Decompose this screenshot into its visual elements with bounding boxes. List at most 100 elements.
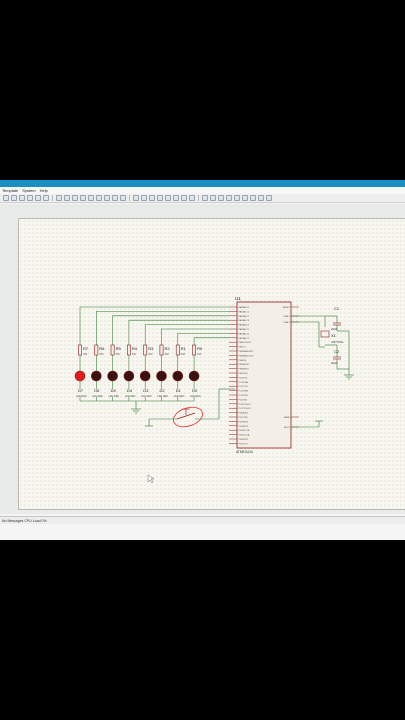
mcu-pin-label: PB6/MISO	[239, 369, 250, 371]
toolbar-button[interactable]	[258, 195, 264, 201]
led-ref: D1	[176, 388, 182, 393]
resistor[interactable]	[78, 344, 82, 356]
toolbar-button[interactable]	[149, 195, 155, 201]
resistor-ref: R5	[116, 346, 122, 351]
mcu-pin-label: PC1/SDA	[239, 381, 249, 384]
toolbar-separator	[52, 195, 53, 201]
toolbar-button[interactable]	[165, 195, 171, 201]
resistor-value: 330	[148, 353, 153, 356]
wire	[193, 337, 229, 345]
schematic-canvas[interactable]: R7 330 R6 330 R5 330 R4 330 R3 330 R2 330 R1 330 R0 330…	[19, 219, 405, 511]
toolbar-button[interactable]	[27, 195, 33, 201]
toolbar-button[interactable]	[72, 195, 78, 201]
led-d0[interactable]	[188, 370, 200, 382]
mcu-pin-label: PB5/MOSI	[239, 364, 250, 366]
mcu-pin-label: PA7/ADC7	[239, 337, 250, 340]
toolbar-button[interactable]	[141, 195, 147, 201]
toolbar-button[interactable]	[104, 195, 110, 201]
toolbar-button[interactable]	[226, 195, 232, 201]
toolbar-button[interactable]	[56, 195, 62, 201]
bottom-strip	[0, 524, 405, 540]
mcu-pin-label: PC4/TDO	[239, 395, 249, 397]
cap-c2-value: 22pF	[331, 361, 338, 365]
toolbar-button[interactable]	[35, 195, 41, 201]
menu-help[interactable]: Help	[40, 188, 48, 193]
mcu-chip[interactable]: U1 PA0/ADC0PA1/ADC1 PA2/ADC2PA3/ADC3 PA4/A…	[229, 296, 299, 454]
resistor[interactable]	[143, 344, 148, 356]
toolbar	[0, 194, 405, 203]
toolbar-button[interactable]	[218, 195, 224, 201]
toolbar-button[interactable]	[19, 195, 25, 201]
toolbar-button[interactable]	[88, 195, 94, 201]
toolbar-button[interactable]	[64, 195, 70, 201]
toolbar-button[interactable]	[112, 195, 118, 201]
status-bar: No Messages CPU Load 0%	[0, 516, 405, 524]
toolbar-button[interactable]	[43, 195, 49, 201]
toolbar-button[interactable]	[96, 195, 102, 201]
mcu-pin-label: AVCC	[284, 426, 290, 429]
mcu-pin-label: PB4/SS	[239, 360, 247, 362]
resistor-value: 330	[116, 353, 121, 356]
toolbar-button[interactable]	[157, 195, 163, 201]
led-d2[interactable]	[156, 370, 167, 382]
toolbar-button[interactable]	[250, 195, 256, 201]
toolbar-button[interactable]	[234, 195, 240, 201]
mcu-part: ATMEGA16	[236, 450, 253, 454]
led-d1[interactable]	[172, 370, 184, 382]
resistor[interactable]	[159, 344, 164, 356]
mcu-pin-label: PC3/TMS	[239, 391, 249, 393]
mcu-pin-label: PD1/TXD	[239, 417, 249, 419]
resistor[interactable]	[94, 344, 99, 356]
menu-template[interactable]: Template	[2, 188, 18, 193]
led-d5[interactable]	[107, 370, 118, 382]
mcu-pin-label: PA6/ADC6	[239, 332, 250, 335]
led-d3[interactable]	[139, 370, 151, 382]
toolbar-button[interactable]	[173, 195, 179, 201]
led-d7[interactable]	[74, 370, 86, 382]
mcu-pin-label: PA0/ADC0	[239, 306, 250, 309]
mcu-pin-label: PD6/ICP1	[239, 439, 250, 441]
led-part: LED-RED	[158, 395, 169, 398]
mcu-pin-label: PB2/AIN0/INT2	[239, 350, 255, 353]
mcu-pin-label: PA4/ADC4	[239, 324, 250, 327]
annotation-circle	[173, 406, 203, 428]
toolbar-button[interactable]	[120, 195, 126, 201]
resistor[interactable]	[110, 344, 115, 356]
resistor-ref: R7	[83, 346, 89, 351]
resistor[interactable]	[175, 344, 180, 356]
title-bar	[0, 180, 405, 187]
cap-c2-ref: C2	[334, 349, 340, 354]
menu-bar: Template System Help	[0, 187, 405, 194]
schematic-sheet[interactable]: R7 330 R6 330 R5 330 R4 330 R3 330 R2 330 R1 330 R0 330…	[18, 218, 405, 510]
mcu-pin-label: PB1/T1	[239, 347, 247, 349]
menu-system[interactable]: System	[22, 188, 35, 193]
toolbar-button[interactable]	[181, 195, 187, 201]
ground-symbol	[131, 401, 141, 414]
mcu-pin-label: PC2/TCK	[239, 386, 249, 388]
toolbar-button[interactable]	[11, 195, 17, 201]
resistor-ref: R3	[148, 346, 154, 351]
toolbar-button[interactable]	[210, 195, 216, 201]
mcu-ref: U1	[235, 296, 241, 301]
oscillator-circuit[interactable]	[291, 315, 354, 428]
mcu-pin-label: PB7/SCK	[239, 373, 249, 375]
led-part: LED-RED	[76, 395, 87, 398]
toolbar-separator	[198, 195, 199, 201]
mcu-pin-label: RESET	[283, 307, 291, 309]
resistor[interactable]	[127, 344, 131, 356]
cap-c1-ref: C1	[334, 306, 340, 311]
resistor[interactable]	[192, 344, 197, 356]
led-d6[interactable]	[91, 370, 102, 382]
editing-workspace[interactable]: R7 330 R6 330 R5 330 R4 330 R3 330 R2 330 R1 330 R0 330…	[0, 204, 405, 514]
toolbar-button[interactable]	[242, 195, 248, 201]
toolbar-button[interactable]	[266, 195, 272, 201]
mcu-pin-label: XTAL2	[283, 321, 290, 324]
toolbar-button[interactable]	[80, 195, 86, 201]
mcu-pin-label: PD0/RXD	[239, 413, 249, 415]
toolbar-button[interactable]	[133, 195, 139, 201]
toolbar-button[interactable]	[3, 195, 9, 201]
toolbar-button[interactable]	[202, 195, 208, 201]
toolbar-button[interactable]	[189, 195, 195, 201]
wire	[177, 333, 229, 345]
led-d4[interactable]	[123, 370, 135, 382]
